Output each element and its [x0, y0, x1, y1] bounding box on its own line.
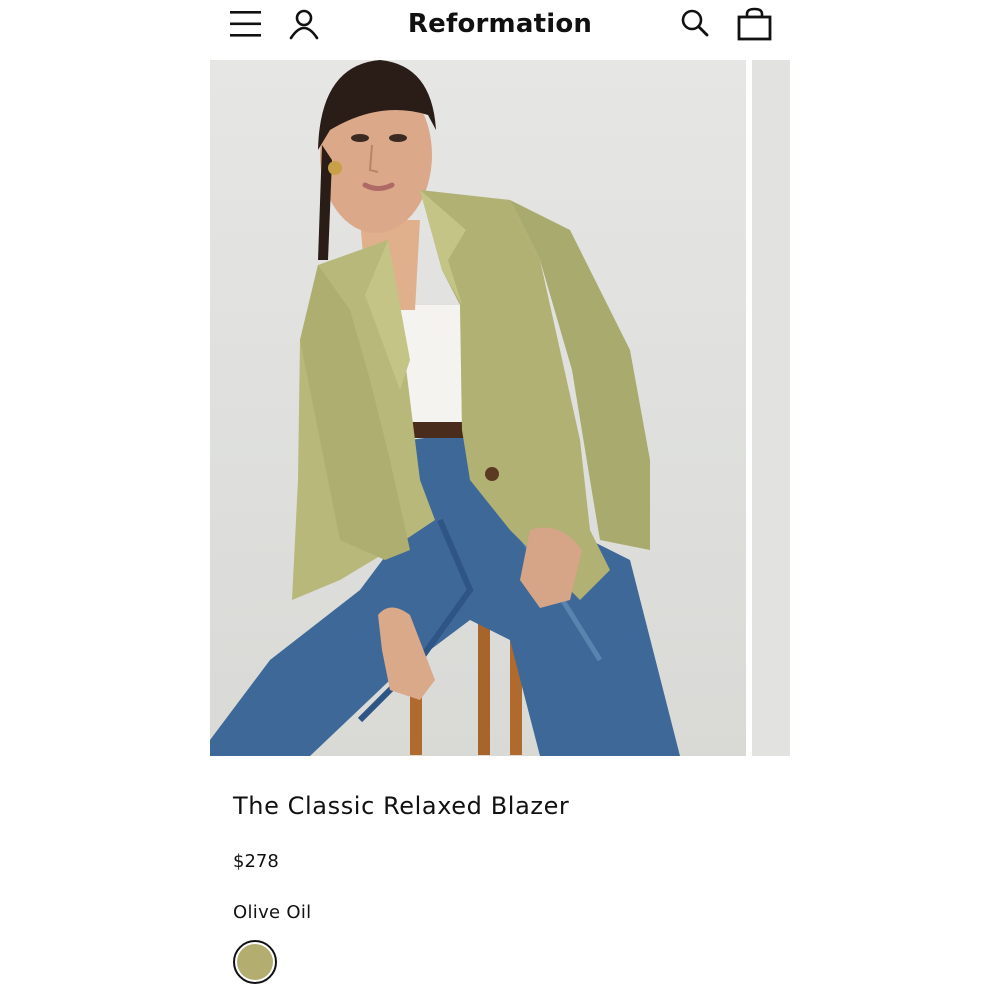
product-image[interactable] [210, 60, 746, 756]
color-swatch-olive-oil[interactable] [233, 940, 277, 984]
site-header: Reformation [210, 0, 790, 60]
selected-color-name: Olive Oil [233, 902, 312, 923]
product-price: $278 [233, 851, 279, 872]
next-product-image[interactable] [752, 60, 790, 756]
swatch-fill [237, 944, 273, 980]
search-icon[interactable] [680, 8, 710, 38]
product-title: The Classic Relaxed Blazer [233, 792, 570, 820]
model-photo [210, 60, 680, 756]
shopping-bag-icon[interactable] [737, 6, 773, 42]
product-image-carousel[interactable] [210, 60, 790, 756]
